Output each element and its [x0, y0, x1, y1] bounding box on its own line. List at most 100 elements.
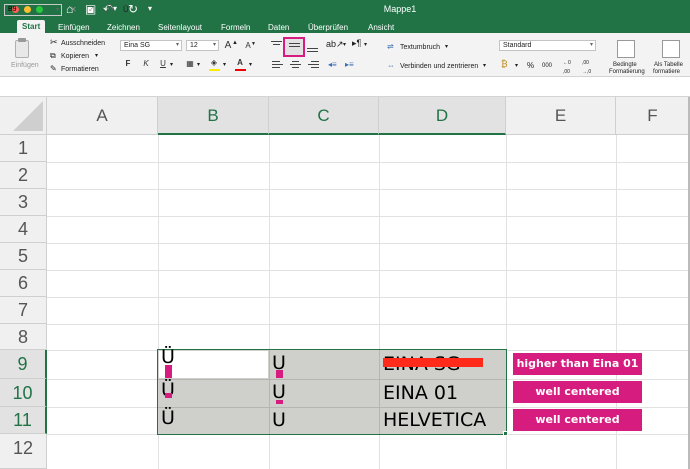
title-bar: ⌂ ▣ ↶ ▾ ↻ ▾ Mappe1 Start Einfügen Zeichn… — [0, 0, 690, 33]
underline-dropdown-icon[interactable]: ▾ — [170, 61, 173, 70]
copy-dropdown-icon[interactable]: ▾ — [95, 52, 98, 61]
tab-start[interactable]: Start — [17, 20, 46, 33]
align-bottom-icon[interactable] — [307, 45, 318, 54]
column-header-d[interactable]: D — [379, 97, 506, 135]
merge-center-button[interactable]: Verbinden und zentrieren — [400, 62, 478, 71]
merge-center-dropdown-icon[interactable]: ▾ — [483, 62, 486, 71]
currency-dropdown-icon[interactable]: ▾ — [515, 62, 518, 71]
cancel-icon[interactable]: ✕ — [70, 5, 77, 15]
column-header-b[interactable]: B — [158, 97, 269, 135]
spreadsheet-grid[interactable]: A B C D E F 1 2 3 4 5 6 7 8 9 10 11 12 Ü… — [0, 97, 690, 469]
increase-indent-icon[interactable]: ▸≡ — [345, 60, 354, 69]
conditional-format-icon[interactable] — [617, 40, 635, 58]
tab-seitenlayout[interactable]: Seitenlayout — [158, 22, 202, 33]
wrap-text-button[interactable]: Textumbruch — [400, 43, 440, 52]
thousands-button[interactable]: 000 — [542, 62, 552, 71]
row-header-4[interactable]: 4 — [0, 216, 47, 243]
row-header-6[interactable]: 6 — [0, 270, 47, 297]
orientation-dropdown-icon[interactable]: ▾ — [343, 41, 346, 50]
font-size-select[interactable]: 12 ▾ — [186, 40, 219, 51]
row-header-10[interactable]: 10 — [0, 379, 47, 407]
row-header-12[interactable]: 12 — [0, 434, 47, 469]
borders-dropdown-icon[interactable]: ▾ — [197, 61, 200, 70]
column-header-a[interactable]: A — [47, 97, 158, 135]
font-color-icon[interactable]: A — [234, 57, 246, 69]
orientation-icon[interactable]: ab↗ — [326, 40, 344, 49]
confirm-icon[interactable]: ✓ — [88, 5, 95, 15]
tab-ansicht[interactable]: Ansicht — [368, 22, 394, 33]
shrink-font-arrow-icon: ▼ — [251, 41, 256, 47]
decrease-decimal-icon[interactable]: ,00 →,0 — [582, 59, 591, 77]
cell-d10[interactable]: EINA 01 — [383, 383, 458, 403]
font-name-value: Eina SG — [124, 42, 151, 49]
underline-button[interactable]: U — [157, 58, 169, 70]
fill-color-swatch — [209, 69, 220, 71]
font-size-value: 12 — [190, 42, 198, 49]
tab-ueberpruefen[interactable]: Überprüfen — [308, 22, 348, 33]
gridline — [47, 324, 690, 325]
borders-icon[interactable]: ▦ — [184, 58, 196, 70]
column-header-c[interactable]: C — [269, 97, 379, 135]
currency-icon[interactable]: ₿ — [501, 60, 508, 69]
row-header-11[interactable]: 11 — [0, 407, 47, 434]
align-center-icon[interactable] — [290, 61, 301, 70]
row-header-2[interactable]: 2 — [0, 162, 47, 189]
annotation-label: well centered — [513, 409, 642, 431]
more-icon[interactable]: ▾ — [148, 2, 152, 16]
chevron-down-icon: ▾ — [212, 42, 216, 48]
cell-c10[interactable]: U — [272, 382, 286, 402]
row-header-8[interactable]: 8 — [0, 324, 47, 350]
name-box[interactable]: B9 ▾ — [4, 4, 62, 16]
number-format-select[interactable]: Standard ▾ — [499, 40, 596, 51]
align-top-icon[interactable] — [271, 41, 282, 50]
row-header-7[interactable]: 7 — [0, 297, 47, 324]
baseline-marker — [276, 370, 283, 378]
tab-daten[interactable]: Daten — [268, 22, 289, 33]
format-painter-button[interactable]: Formatieren — [61, 65, 99, 74]
gridline — [47, 189, 690, 190]
font-color-dropdown-icon[interactable]: ▾ — [249, 61, 252, 70]
row-header-3[interactable]: 3 — [0, 189, 47, 216]
row-header-9[interactable]: 9 — [0, 350, 47, 379]
italic-button[interactable]: K — [140, 58, 152, 70]
align-right-icon[interactable] — [308, 61, 319, 70]
insert-function-icon[interactable]: fx — [106, 4, 114, 14]
wrap-text-dropdown-icon[interactable]: ▾ — [445, 43, 448, 52]
cell-b9[interactable]: Ü — [161, 347, 175, 367]
redo-icon[interactable]: ↻ — [128, 2, 138, 16]
decrease-indent-icon[interactable]: ◂≡ — [328, 60, 337, 69]
clipboard-clip-icon — [18, 38, 26, 42]
cell-c11[interactable]: U — [272, 410, 286, 430]
cell-d11[interactable]: HELVETICA — [383, 410, 486, 430]
text-direction-dropdown-icon[interactable]: ▾ — [364, 41, 367, 50]
row-header-1[interactable]: 1 — [0, 135, 47, 162]
cut-button[interactable]: Ausschneiden — [61, 39, 105, 48]
paste-icon[interactable] — [15, 40, 29, 58]
copy-icon: ⧉ — [50, 51, 56, 60]
tab-formeln[interactable]: Formeln — [221, 22, 250, 33]
tab-zeichnen[interactable]: Zeichnen — [107, 22, 140, 33]
text-direction-icon[interactable]: ▸¶ — [352, 39, 361, 48]
copy-button[interactable]: Kopieren — [61, 52, 89, 61]
paste-label[interactable]: Einfügen — [11, 61, 39, 70]
percent-button[interactable]: % — [527, 61, 534, 70]
baseline-marker — [165, 365, 172, 378]
font-color-swatch — [235, 69, 246, 71]
cell-b11[interactable]: Ü — [161, 408, 175, 428]
fill-color-dropdown-icon[interactable]: ▾ — [223, 61, 226, 70]
baseline-marker — [165, 393, 172, 398]
bold-button[interactable]: F — [122, 58, 134, 70]
strikethrough-mark — [383, 358, 483, 367]
fill-handle[interactable] — [503, 431, 508, 436]
align-left-icon[interactable] — [272, 61, 283, 70]
column-header-f[interactable]: F — [616, 97, 690, 135]
format-as-table-icon[interactable] — [662, 40, 680, 58]
column-header-e[interactable]: E — [506, 97, 616, 135]
row-header-5[interactable]: 5 — [0, 243, 47, 270]
select-all-corner[interactable] — [0, 97, 47, 135]
font-name-select[interactable]: Eina SG ▾ — [120, 40, 182, 51]
fill-color-icon[interactable]: ◈ — [208, 57, 220, 69]
formula-input[interactable]: Ü — [123, 5, 129, 15]
increase-decimal-icon[interactable]: ←0,00 — [563, 59, 571, 77]
tab-einfuegen[interactable]: Einfügen — [58, 22, 90, 33]
